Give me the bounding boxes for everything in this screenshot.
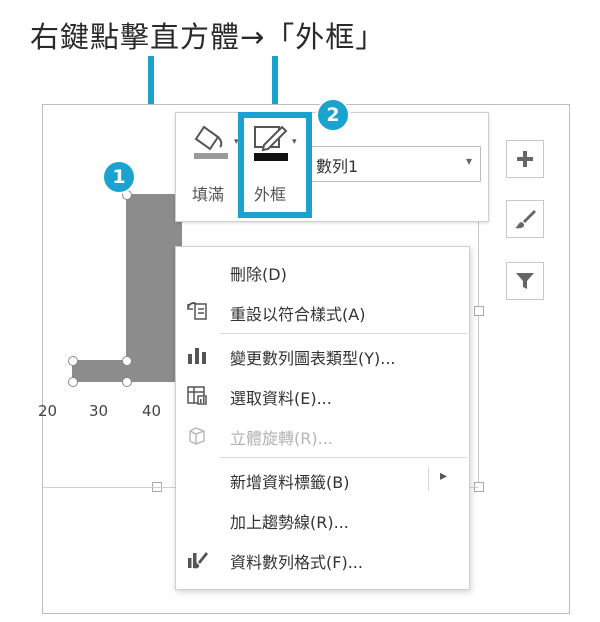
- series-select-value: 數列1: [316, 157, 359, 176]
- fill-label: 填滿: [192, 185, 225, 204]
- menu-item-format-data-series[interactable]: 資料數列格式(F)...: [176, 539, 469, 579]
- filter-icon: [516, 273, 534, 289]
- chart-styles-button[interactable]: [506, 200, 544, 238]
- histogram-bar-low[interactable]: [72, 360, 128, 382]
- series-select[interactable]: 數列1 ▾: [309, 146, 481, 182]
- selection-handle[interactable]: [68, 377, 78, 387]
- menu-item-reset-style[interactable]: 重設以符合樣式(A): [176, 291, 469, 331]
- step-badge-1: 1: [102, 160, 136, 194]
- step-badge-2: 2: [316, 98, 350, 132]
- reset-style-icon: [187, 302, 207, 320]
- axis-tick: 20: [38, 402, 58, 420]
- menu-item-add-data-labels[interactable]: 新增資料標籤(B) ▸: [176, 459, 469, 499]
- histogram-bar-tall[interactable]: [126, 194, 182, 382]
- selection-handle[interactable]: [122, 377, 132, 387]
- menu-item-change-chart-type[interactable]: 變更數列圖表類型(Y)...: [176, 335, 469, 375]
- instruction-title: 右鍵點擊直方體→「外框」: [30, 20, 386, 54]
- paint-bucket-icon: [194, 125, 228, 159]
- chart-filters-button[interactable]: [506, 262, 544, 300]
- axis-tick: 40: [142, 402, 162, 420]
- menu-item-select-data[interactable]: 選取資料(E)...: [176, 375, 469, 415]
- selection-handle[interactable]: [122, 356, 132, 366]
- selection-handle[interactable]: [68, 356, 78, 366]
- format-series-icon: [188, 552, 208, 569]
- plus-icon: [517, 151, 533, 167]
- chevron-down-icon: ▾: [465, 154, 472, 168]
- chart-type-icon: [188, 348, 206, 364]
- submenu-arrow-icon: ▸: [440, 468, 448, 484]
- menu-separator: [220, 333, 467, 334]
- resize-handle[interactable]: [474, 306, 484, 316]
- menu-separator: [220, 457, 467, 458]
- submenu-divider: [428, 467, 429, 491]
- axis-tick: 30: [89, 402, 109, 420]
- menu-item-3d-rotation: 立體旋轉(R)...: [176, 415, 469, 455]
- fill-button[interactable]: ▾ 填滿: [184, 119, 240, 211]
- chart-border-line: [478, 220, 479, 488]
- brush-icon: [515, 210, 536, 229]
- 3d-rotate-icon: [189, 427, 205, 445]
- menu-item-delete[interactable]: 刪除(D): [176, 251, 469, 291]
- menu-item-add-trendline[interactable]: 加上趨勢線(R)...: [176, 499, 469, 539]
- context-menu: 刪除(D) 重設以符合樣式(A) 變更數列圖表類型(Y)... 選取資料(E).…: [175, 246, 470, 590]
- select-data-icon: [187, 386, 207, 405]
- outline-highlight: [238, 112, 312, 218]
- chart-elements-button[interactable]: [506, 140, 544, 178]
